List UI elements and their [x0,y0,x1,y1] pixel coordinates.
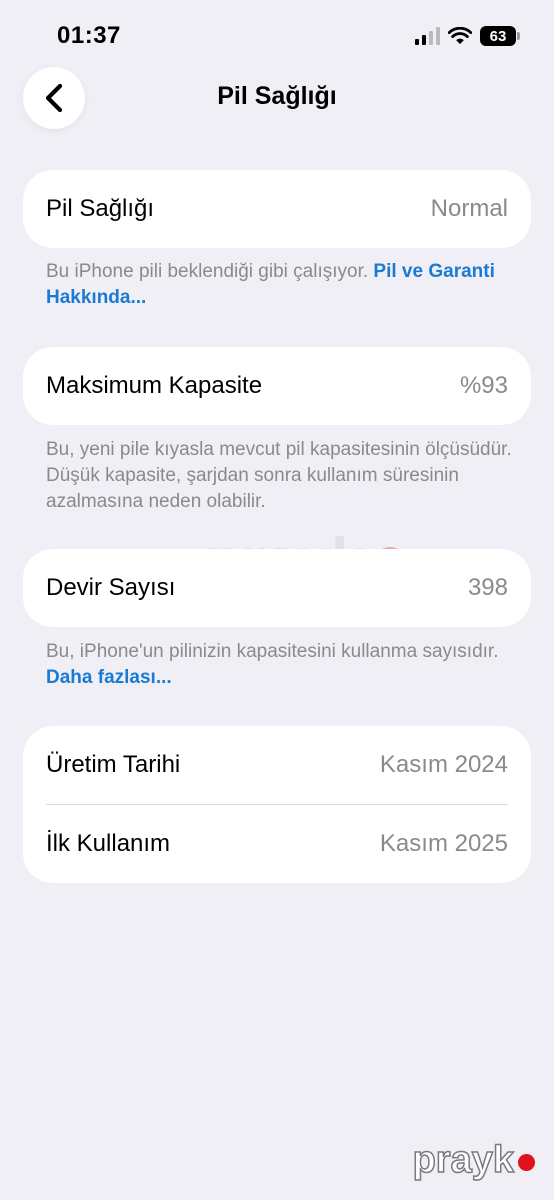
first-use-label: İlk Kullanım [46,830,171,857]
first-use-row: İlk Kullanım Kasım 2025 [23,805,531,883]
battery-icon: 63 [480,26,520,46]
max-capacity-label: Maksimum Kapasite [46,372,263,399]
status-bar: 01:37 63 [0,0,554,70]
battery-health-note-text: Bu iPhone pili beklendiği gibi çalışıyor… [46,261,374,282]
first-use-value: Kasım 2025 [379,830,508,857]
max-capacity-note: Bu, yeni pile kıyasla mevcut pil kapasit… [46,439,512,512]
watermark-dot-corner [518,1154,535,1171]
max-capacity-row: Maksimum Kapasite %93 [23,347,531,425]
cycle-count-label: Devir Sayısı [46,574,176,601]
battery-level: 63 [489,27,507,45]
cycle-count-note-text: Bu, iPhone'un pilinizin kapasitesini kul… [46,641,499,662]
battery-health-row[interactable]: Pil Sağlığı Normal [23,170,531,248]
max-capacity-value: %93 [459,372,508,399]
manufacture-date-row: Üretim Tarihi Kasım 2024 [23,726,531,804]
cycle-count-note: Bu, iPhone'un pilinizin kapasitesini kul… [46,639,516,691]
max-capacity-card: Maksimum Kapasite %93 [23,347,531,425]
battery-health-note: Bu iPhone pili beklendiği gibi çalışıyor… [46,259,516,311]
battery-health-label: Pil Sağlığı [46,195,155,222]
cycle-count-card: Devir Sayısı 398 [23,549,531,627]
cellular-signal-icon [415,27,440,45]
status-time: 01:37 [57,22,121,49]
cycle-count-value: 398 [467,574,508,601]
manufacture-date-value: Kasım 2024 [379,751,508,778]
watermark-corner: prayk [412,1138,515,1182]
battery-health-value: Normal [430,195,508,222]
more-info-link[interactable]: Daha fazlası... [46,667,172,688]
battery-health-card[interactable]: Pil Sağlığı Normal [23,170,531,248]
page-title: Pil Sağlığı [217,82,337,110]
status-icons: 63 [415,26,520,46]
manufacture-date-label: Üretim Tarihi [46,751,181,778]
dates-card: Üretim Tarihi Kasım 2024 İlk Kullanım Ka… [23,726,531,883]
cycle-count-row: Devir Sayısı 398 [23,549,531,627]
wifi-icon [448,27,472,44]
